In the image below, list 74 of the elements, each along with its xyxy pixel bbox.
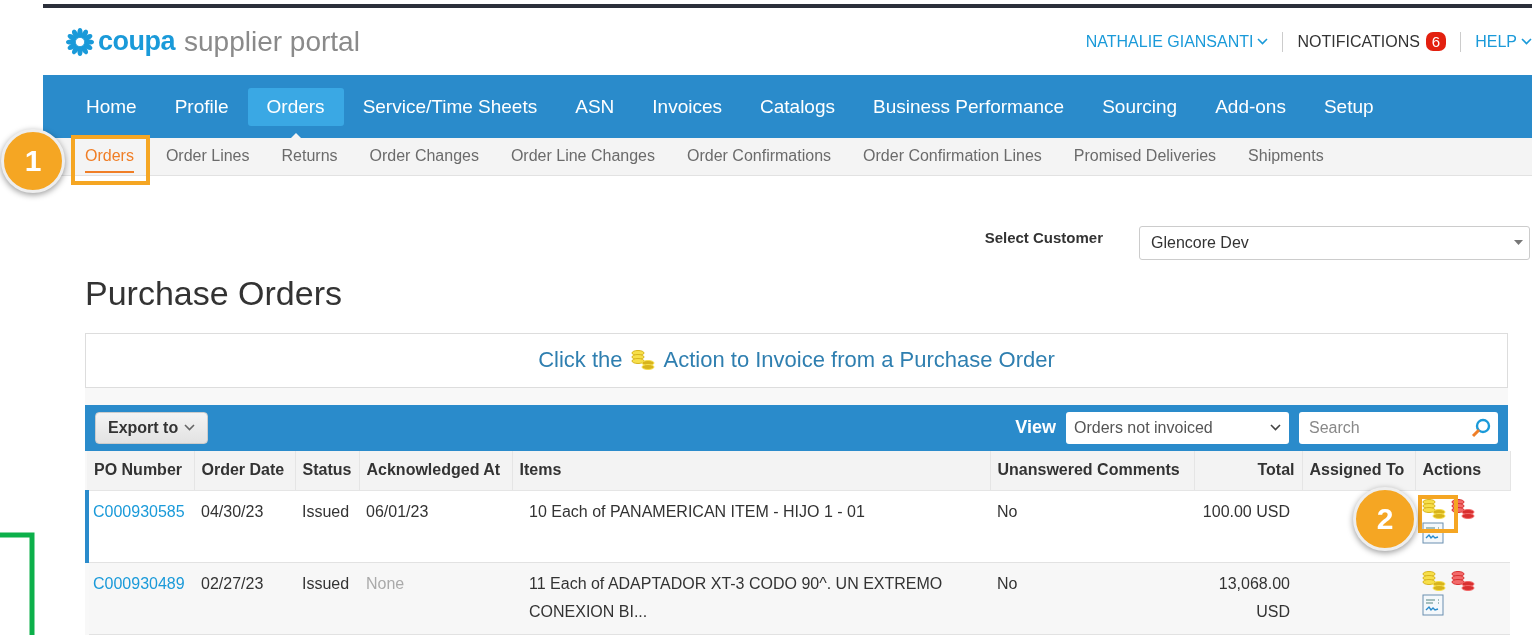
step-callout: 2 (1353, 487, 1417, 551)
banner-text: Action to Invoice from a Purchase Order (663, 347, 1055, 374)
table-cell: Issued (295, 490, 359, 563)
nav-tab[interactable]: Orders (247, 87, 344, 126)
customer-label: Select Customer (984, 229, 1103, 247)
logo[interactable]: coupa supplier portal (65, 25, 360, 58)
user-menu[interactable]: NATHALIE GIANSANTI (1085, 32, 1269, 51)
dropdown-icon (1514, 240, 1523, 246)
notifications-link[interactable]: NOTIFICATIONS (1297, 32, 1420, 51)
nav-tab[interactable]: ASN (556, 87, 634, 126)
product-name: supplier portal (184, 25, 360, 58)
highlight-frame (1418, 495, 1458, 533)
subnav-tab[interactable]: Orders (69, 143, 150, 170)
coins-icon[interactable] (1422, 498, 1447, 520)
nav-tab[interactable]: Invoices (633, 87, 741, 126)
document-icon[interactable] (1422, 594, 1444, 616)
chevron-icon (1521, 38, 1532, 46)
po-link[interactable]: C000930585 (93, 503, 185, 520)
coins-icon[interactable] (630, 349, 656, 372)
caret-icon (184, 424, 196, 432)
nav-tab[interactable]: Business Performance (854, 87, 1084, 126)
subnav-tab[interactable]: Shipments (1232, 143, 1340, 170)
po-link[interactable]: C000930489 (93, 575, 185, 592)
view-select[interactable]: Orders not invoiced (1066, 412, 1289, 444)
coins-icon[interactable] (1451, 570, 1476, 592)
help-menu[interactable]: HELP (1475, 32, 1532, 51)
table-cell: No (990, 490, 1194, 563)
column-header: PO Number (87, 451, 194, 491)
nav-tab[interactable]: Profile (155, 87, 248, 126)
table-cell: Issued (295, 562, 359, 635)
subnav-tab[interactable]: Order Changes (353, 143, 495, 170)
column-header: Unanswered Comments (990, 451, 1194, 491)
column-header: Status (295, 451, 359, 491)
column-header: Actions (1415, 451, 1510, 491)
table-cell: No (990, 562, 1194, 635)
nav-tab[interactable]: Setup (1304, 87, 1393, 126)
step-callout: 1 (1, 129, 65, 194)
table-cell: 02/27/23 (194, 562, 295, 635)
column-header: Acknowledged At (359, 451, 512, 491)
nav-tab[interactable]: Home (67, 87, 156, 126)
nav-tab[interactable]: Sourcing (1083, 87, 1197, 126)
table-cell: 11 Each of ADAPTADOR XT-3 CODO 90^. UN EXTREMO CONEXION BI... (512, 562, 990, 635)
nav-tab[interactable]: Service/Time Sheets (343, 87, 557, 126)
customer-select[interactable]: Glencore Dev (1139, 226, 1530, 260)
brand-name: coupa (98, 26, 175, 58)
table-cell: 04/30/23 (194, 490, 295, 563)
search-field[interactable]: Search (1299, 412, 1498, 444)
subnav-tab[interactable]: Returns (265, 143, 354, 170)
acknowledged-text: 06/01/23 (366, 503, 429, 520)
snowflake-icon (65, 26, 95, 57)
table-cell: 13,068.00 USD (1194, 562, 1302, 635)
nav-tab[interactable]: Add-ons (1196, 87, 1305, 126)
subnav-tab[interactable]: Promised Deliveries (1057, 143, 1233, 170)
subnav-tab[interactable]: Order Confirmation Lines (847, 143, 1058, 170)
column-header: Total (1194, 451, 1302, 491)
page-title: Purchase Orders (85, 272, 1508, 333)
table-cell: 100.00 USD (1194, 490, 1302, 563)
nav-tab[interactable]: Catalogs (741, 87, 854, 126)
chevron-icon (1257, 38, 1269, 46)
view-label: View (1015, 417, 1056, 439)
column-header: Items (512, 451, 990, 491)
subnav-tab[interactable]: Order Confirmations (671, 143, 848, 170)
banner-text: Click the (538, 347, 623, 374)
notification-count: 6 (1425, 32, 1447, 52)
table-cell: 10 Each of PANAMERICAN ITEM - HIJO 1 - 01 (512, 490, 990, 563)
coins-icon[interactable] (1451, 498, 1476, 520)
column-header: Assigned To (1302, 451, 1415, 491)
column-header: Order Date (194, 451, 295, 491)
acknowledged-text: None (366, 575, 405, 592)
search-icon[interactable] (1470, 417, 1492, 439)
export-button[interactable]: Export to (95, 412, 209, 444)
chevron-icon (1270, 424, 1281, 432)
subnav-tab[interactable]: Order Line Changes (494, 143, 671, 170)
subnav-tab[interactable]: Order Lines (149, 143, 266, 170)
